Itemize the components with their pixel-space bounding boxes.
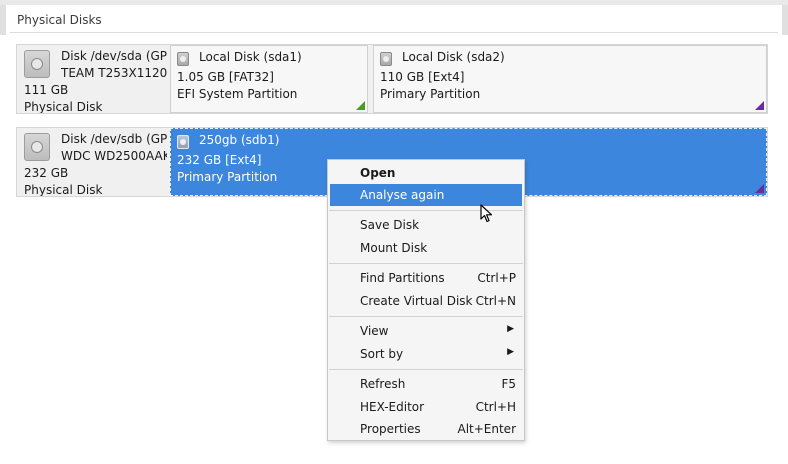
menu-item-label: HEX-Editor [360,400,425,414]
menu-item-label: Create Virtual Disk [360,294,473,308]
menu-item-label: Save Disk [360,218,420,232]
disk-type: Physical Disk [24,100,103,113]
partition-type: Primary Partition [177,170,278,184]
mouse-pointer-icon [480,204,493,223]
disk-size: 111 GB [24,83,69,97]
menu-item-analyse-again[interactable]: Analyse again [330,184,522,206]
menu-item-label: Properties [360,422,421,436]
menu-item-properties[interactable]: Properties Alt+Enter [330,418,522,440]
disk-info-sda[interactable]: Disk /dev/sda (GPT TEAM T253X1120G 111 G… [17,45,167,113]
disk-type: Physical Disk [24,183,103,196]
menu-item-label: View [360,324,389,338]
menu-item-hex-editor[interactable]: HEX-Editor Ctrl+H [330,396,522,418]
partition-type: Primary Partition [380,87,481,101]
section-divider [10,32,778,33]
menu-item-find-partitions[interactable]: Find Partitions Ctrl+P [330,267,522,289]
menu-item-create-virtual-disk[interactable]: Create Virtual Disk Ctrl+N [330,290,522,312]
partition-sda2[interactable]: Local Disk (sda2) 110 GB [Ext4] Primary … [373,45,767,113]
top-border [0,0,788,5]
partition-title: 250gb (sdb1) [199,133,280,147]
partition-title: Local Disk (sda2) [402,50,505,64]
partition-size: 1.05 GB [FAT32] [177,70,274,84]
disk-info-sdb[interactable]: Disk /dev/sdb (GPT WDC WD2500AAK 232 GB … [17,128,167,196]
right-panel-edge [782,5,788,35]
menu-separator [329,369,523,370]
disk-name: Disk /dev/sda (GPT [61,49,167,63]
menu-shortcut: Ctrl+P [477,271,516,285]
menu-item-label: Analyse again [360,188,445,202]
green-corner-marker [356,101,365,110]
section-title: Physical Disks [17,13,102,27]
purple-corner-marker [755,101,764,110]
disk-row-sda[interactable]: Disk /dev/sda (GPT TEAM T253X1120G 111 G… [16,44,768,114]
menu-item-label: Refresh [360,377,406,391]
menu-shortcut: F5 [501,377,516,391]
disk-model: TEAM T253X1120G [61,66,167,80]
menu-item-label: Sort by [360,347,404,361]
menu-item-open[interactable]: Open [330,162,522,184]
menu-item-label: Mount Disk [360,241,428,255]
disk-model: WDC WD2500AAK [61,149,167,163]
partition-size: 110 GB [Ext4] [380,70,465,84]
menu-shortcut: Alt+Enter [457,422,516,436]
left-panel-edge [0,5,6,35]
hard-disk-icon [24,50,50,78]
context-menu: Open Analyse again Save Disk Mount Disk … [327,159,525,441]
menu-item-mount-disk[interactable]: Mount Disk [330,237,522,259]
menu-shortcut: Ctrl+H [475,400,516,414]
partition-icon [380,52,392,66]
submenu-arrow-icon: ▶ [507,347,514,357]
menu-separator [329,263,523,264]
disk-name: Disk /dev/sdb (GPT [61,132,167,146]
menu-item-label: Find Partitions [360,271,445,285]
menu-item-label: Open [360,166,396,180]
menu-item-sort-by[interactable]: Sort by ▶ [330,343,522,365]
submenu-arrow-icon: ▶ [507,324,514,334]
menu-shortcut: Ctrl+N [475,294,516,308]
partition-type: EFI System Partition [177,87,298,101]
partition-sda1[interactable]: Local Disk (sda1) 1.05 GB [FAT32] EFI Sy… [170,45,368,113]
partition-title: Local Disk (sda1) [199,50,302,64]
hard-disk-icon [24,133,50,161]
menu-item-view[interactable]: View ▶ [330,320,522,342]
menu-item-refresh[interactable]: Refresh F5 [330,373,522,395]
partition-icon [177,135,189,149]
partition-size: 232 GB [Ext4] [177,153,262,167]
purple-corner-marker [755,184,764,193]
partition-icon [177,52,189,66]
disk-size: 232 GB [24,166,69,180]
menu-separator [329,316,523,317]
